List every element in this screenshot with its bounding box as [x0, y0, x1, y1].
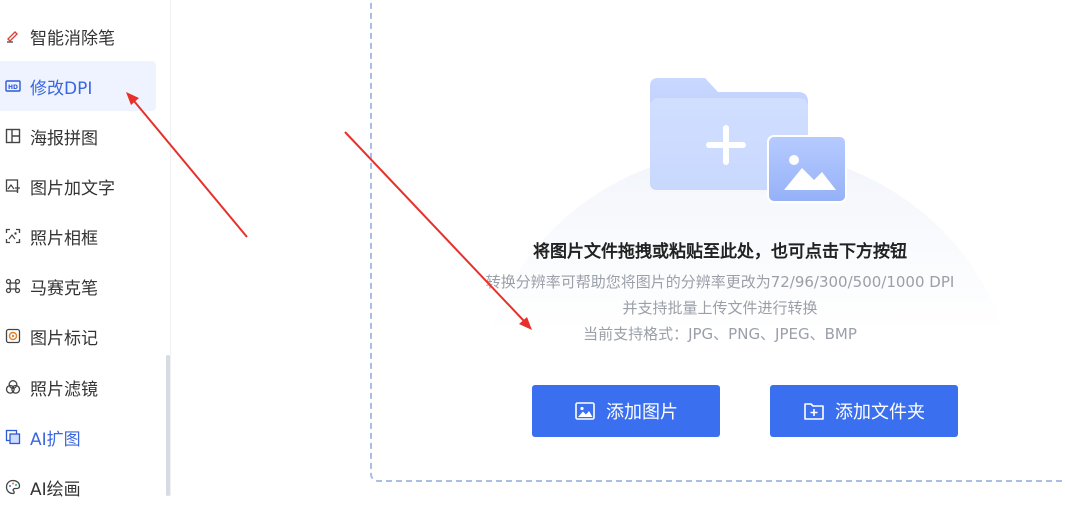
mosaic-icon [4, 277, 22, 295]
sidebar-item-label: 照片相框 [30, 228, 98, 249]
sidebar-scrollbar[interactable] [166, 355, 170, 496]
filter-icon [4, 378, 22, 396]
image-icon [574, 400, 596, 422]
add-folder-button[interactable]: 添加文件夹 [770, 385, 958, 437]
add-image-button[interactable]: 添加图片 [532, 385, 720, 437]
sidebar-item-label: 照片滤镜 [30, 379, 98, 400]
eraser-pen-icon [4, 27, 22, 45]
svg-text:HD: HD [8, 84, 18, 91]
folder-image-illustration [650, 78, 847, 203]
ai-expand-icon [4, 428, 22, 446]
drop-zone-title: 将图片文件拖拽或粘贴至此处，也可点击下方按钮 [533, 242, 907, 262]
sidebar-item-label: 马赛克笔 [30, 278, 98, 299]
sidebar-item-photo-frame[interactable]: 照片相框 [0, 211, 156, 261]
sidebar-item-poster-collage[interactable]: 海报拼图 [0, 111, 156, 161]
sidebar-item-label: 图片加文字 [30, 178, 115, 199]
collage-icon [4, 127, 22, 145]
sidebar-item-image-text[interactable]: 图片加文字 [0, 161, 156, 211]
sidebar: 智能消除笔 HD 修改DPI 海报拼图 图片加文字 照片相框 马赛克笔 图片标记… [0, 0, 171, 500]
mark-icon [4, 327, 22, 345]
photo-frame-icon [4, 227, 22, 245]
sidebar-item-label: AI扩图 [30, 429, 81, 450]
sidebar-item-label: 修改DPI [30, 78, 93, 99]
sidebar-item-label: 海报拼图 [30, 128, 98, 149]
sidebar-item-change-dpi[interactable]: HD 修改DPI [0, 61, 156, 111]
add-folder-label: 添加文件夹 [835, 402, 925, 423]
drop-zone-batch-note: 并支持批量上传文件进行转换 [622, 299, 818, 317]
image-text-icon [4, 177, 22, 195]
sidebar-item-smart-eraser[interactable]: 智能消除笔 [0, 11, 156, 61]
sidebar-item-image-mark[interactable]: 图片标记 [0, 311, 156, 361]
folder-plus-icon [803, 400, 825, 422]
sidebar-item-photo-filter[interactable]: 照片滤镜 [0, 362, 156, 412]
add-image-label: 添加图片 [606, 402, 678, 423]
sidebar-item-label: 智能消除笔 [30, 28, 115, 49]
sidebar-item-label: 图片标记 [30, 328, 98, 349]
drop-zone-formats: 当前支持格式：JPG、PNG、JPEG、BMP [583, 325, 857, 343]
sidebar-item-mosaic-pen[interactable]: 马赛克笔 [0, 261, 156, 311]
sidebar-item-ai-expand[interactable]: AI扩图 [0, 412, 156, 462]
sidebar-item-ai-painting[interactable]: AI绘画 [0, 462, 156, 512]
hd-icon: HD [4, 77, 22, 95]
drop-zone-description: 转换分辨率可帮助您将图片的分辨率更改为72/96/300/500/1000 DP… [485, 273, 955, 291]
palette-icon [4, 478, 22, 496]
